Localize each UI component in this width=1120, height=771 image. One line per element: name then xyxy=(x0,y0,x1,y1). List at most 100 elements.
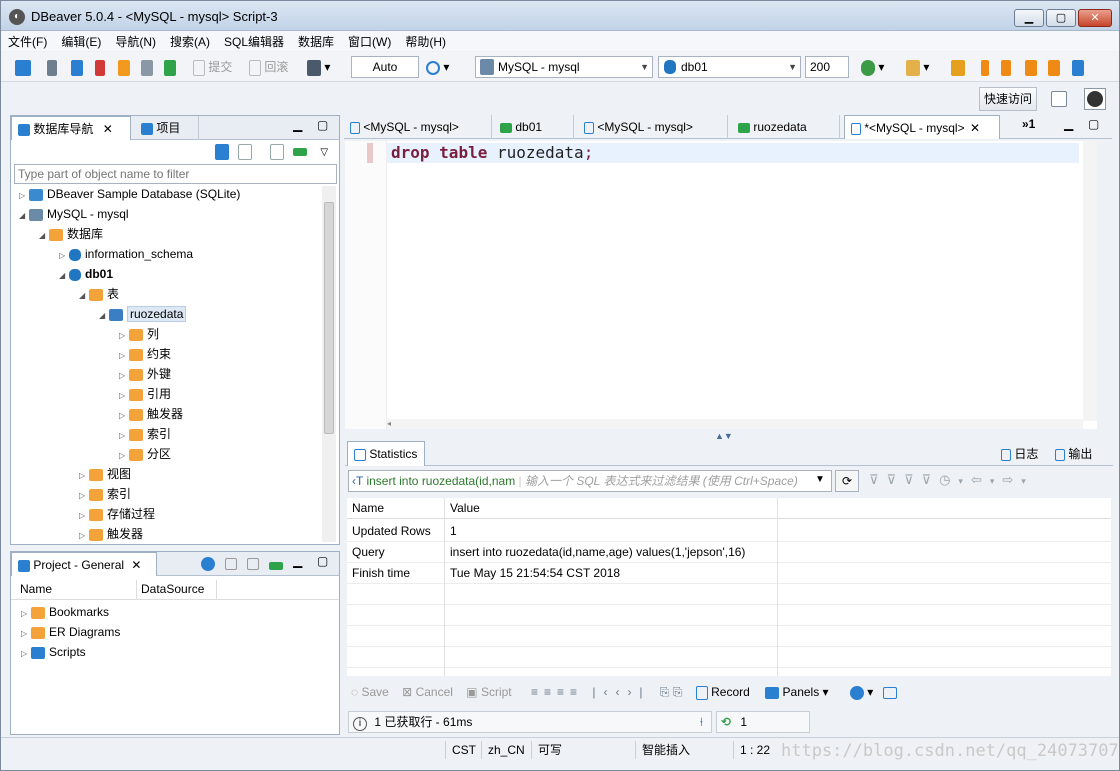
editor-tab-active-script[interactable]: *<MySQL - mysql> ✕ xyxy=(844,115,1000,139)
link-editor-icon[interactable] xyxy=(293,148,308,156)
tree-item-columns[interactable]: ▷ 列 xyxy=(119,324,159,344)
tree-item-triggers[interactable]: ▷ 触发器 xyxy=(119,404,183,424)
navigator-filter-input[interactable] xyxy=(14,164,337,184)
copy-icons[interactable]: ⎘ ⎘ xyxy=(660,685,683,699)
menu-edit[interactable]: 编辑(E) xyxy=(54,31,108,52)
minimize-panel-icon[interactable]: ▁ xyxy=(1064,117,1073,131)
layout-icon[interactable] xyxy=(882,685,897,699)
tree-item-indexes-db[interactable]: ▷ 索引 xyxy=(79,484,131,504)
column-header-datasource[interactable]: DataSource xyxy=(141,582,204,596)
sql-editor[interactable]: drop table ruozedata; ◂ xyxy=(345,141,1097,429)
tree-item-sample-db[interactable]: ▷ DBeaver Sample Database (SQLite) xyxy=(19,184,240,204)
tree-item-partitions[interactable]: ▷ 分区 xyxy=(119,444,171,464)
close-button[interactable]: ✕ xyxy=(1078,9,1112,27)
configure-icon[interactable] xyxy=(201,556,215,571)
navigator-scrollbar[interactable] xyxy=(322,186,336,542)
execute-new-icon[interactable] xyxy=(1001,57,1011,77)
tree-item-procedures[interactable]: ▷ 存储过程 xyxy=(79,504,155,524)
new-script-icon[interactable] xyxy=(141,57,153,77)
maximize-button[interactable]: ▢ xyxy=(1046,9,1076,27)
tree-item-databases[interactable]: ◢ 数据库 xyxy=(39,224,103,244)
table-row[interactable]: Updated Rows 1 xyxy=(347,521,1111,542)
transaction-mode-icon[interactable]: ▾ xyxy=(307,57,330,77)
dbeaver-perspective-icon[interactable] xyxy=(1084,88,1106,110)
menu-window[interactable]: 窗口(W) xyxy=(341,31,398,52)
maximize-panel-icon[interactable]: ▢ xyxy=(1088,117,1099,131)
tree-item-foreign-keys[interactable]: ▷ 外键 xyxy=(119,364,171,384)
project-item-scripts[interactable]: ▷ Scripts xyxy=(21,642,86,662)
log-button[interactable]: 日志 xyxy=(1001,445,1038,462)
result-filter-box[interactable]: ‹T insert into ruozedata(id,nam | 输入一个 S… xyxy=(348,470,832,492)
forward-icon[interactable]: ⇨ xyxy=(1002,472,1021,487)
connect-icon[interactable] xyxy=(47,57,57,77)
menu-sql-editor[interactable]: SQL编辑器 xyxy=(217,31,291,52)
maximize-panel-icon[interactable]: ▢ xyxy=(317,118,328,132)
format-sql-icon[interactable] xyxy=(1072,57,1084,77)
filter-history-icon[interactable]: ⊽ xyxy=(922,472,940,487)
minimize-panel-icon[interactable]: ▁ xyxy=(293,554,302,568)
commit-button[interactable]: 提交 xyxy=(193,57,232,77)
column-header-name[interactable]: Name xyxy=(20,582,52,596)
tree-item-db01[interactable]: ◢ db01 xyxy=(59,264,113,284)
navigation-icons[interactable]: |‹‹›| xyxy=(592,685,650,699)
project-item-bookmarks[interactable]: ▷ Bookmarks xyxy=(21,602,109,622)
project-item-er-diagrams[interactable]: ▷ ER Diagrams xyxy=(21,622,120,642)
collapse-all-icon[interactable] xyxy=(225,556,237,570)
schema-select[interactable]: db01 ▼ xyxy=(658,56,801,78)
editor-tab-db01[interactable]: db01 xyxy=(494,115,574,139)
output-button[interactable]: 输出 xyxy=(1055,445,1092,462)
new-connection-icon[interactable] xyxy=(215,144,229,160)
tab-statistics[interactable]: Statistics xyxy=(347,441,425,466)
auto-commit-button[interactable]: Auto xyxy=(351,56,419,78)
menu-database[interactable]: 数据库 xyxy=(291,31,341,52)
tree-item-indexes[interactable]: ▷ 索引 xyxy=(119,424,171,444)
editor-tab-mysql-2[interactable]: <MySQL - mysql> xyxy=(578,115,728,139)
recent-script-icon[interactable] xyxy=(164,57,176,77)
tree-item-references[interactable]: ▷ 引用 xyxy=(119,384,171,404)
minimize-panel-icon[interactable]: ▁ xyxy=(293,118,302,132)
tree-item-mysql[interactable]: ◢ MySQL - mysql xyxy=(19,204,129,224)
panels-button[interactable]: Panels ▾ xyxy=(765,685,829,699)
link-icon[interactable] xyxy=(951,57,965,77)
menu-search[interactable]: 搜索(A) xyxy=(163,31,217,52)
table-row[interactable]: Query insert into ruozedata(id,name,age) … xyxy=(347,542,1111,563)
apply-filter-button[interactable]: ⟳ xyxy=(835,470,859,492)
quick-access-input[interactable]: 快速访问 xyxy=(979,87,1037,111)
editor-vertical-scrollbar[interactable] xyxy=(1083,141,1097,421)
tree-item-views[interactable]: ▷ 视图 xyxy=(79,464,131,484)
tab-project-general[interactable]: Project - General ✕ xyxy=(11,552,157,576)
tree-item-tables[interactable]: ◢ 表 xyxy=(79,284,119,304)
column-header-value[interactable]: Value xyxy=(450,498,480,519)
collapse-all-icon[interactable] xyxy=(269,144,284,160)
back-icon[interactable]: ⇦ xyxy=(971,472,990,487)
tree-item-ruozedata[interactable]: ◢ ruozedata xyxy=(99,304,187,324)
pin-icon[interactable]: ⍿ xyxy=(700,712,703,732)
clear-filter-icon[interactable]: ⊽ xyxy=(887,472,905,487)
tools-icon[interactable]: ▾ xyxy=(906,57,929,77)
maximize-panel-icon[interactable]: ▢ xyxy=(317,554,328,568)
sql-editor-icon[interactable] xyxy=(118,57,130,77)
save-button[interactable]: ◌ Save xyxy=(351,685,389,699)
execute-icon[interactable] xyxy=(981,57,989,77)
minimize-button[interactable]: ▁ xyxy=(1014,9,1044,27)
invalidate-icon[interactable] xyxy=(71,57,83,77)
chevron-down-icon[interactable]: ▼ xyxy=(815,474,825,485)
filter-settings-icon[interactable]: ⊽ xyxy=(904,472,922,487)
settings-gear-icon[interactable]: ▾ xyxy=(849,685,873,700)
scrollbar-thumb[interactable] xyxy=(324,202,334,434)
table-row[interactable]: Finish time Tue May 15 21:54:54 CST 2018 xyxy=(347,563,1111,584)
tab-projects[interactable]: 项目 xyxy=(135,116,199,140)
rollback-button[interactable]: 回滚 xyxy=(249,57,288,77)
row-edit-icons[interactable]: ≡≡≡≡ xyxy=(531,685,583,699)
history-icon[interactable]: ◷ xyxy=(939,472,958,487)
record-button[interactable]: Record xyxy=(695,685,750,700)
disconnect-icon[interactable] xyxy=(95,57,105,77)
close-tab-icon[interactable]: ✕ xyxy=(103,122,113,136)
link-editor-icon[interactable] xyxy=(269,558,283,572)
tree-item-constraints[interactable]: ▷ 约束 xyxy=(119,344,171,364)
tab-database-navigator[interactable]: 数据库导航 ✕ xyxy=(11,116,131,140)
editor-tab-mysql-1[interactable]: <MySQL - mysql> xyxy=(344,115,492,139)
fetch-size-input[interactable]: 200 xyxy=(805,56,849,78)
refresh-icon[interactable]: ▾ xyxy=(861,57,884,77)
filter-icon[interactable]: ⊽ xyxy=(869,472,887,487)
